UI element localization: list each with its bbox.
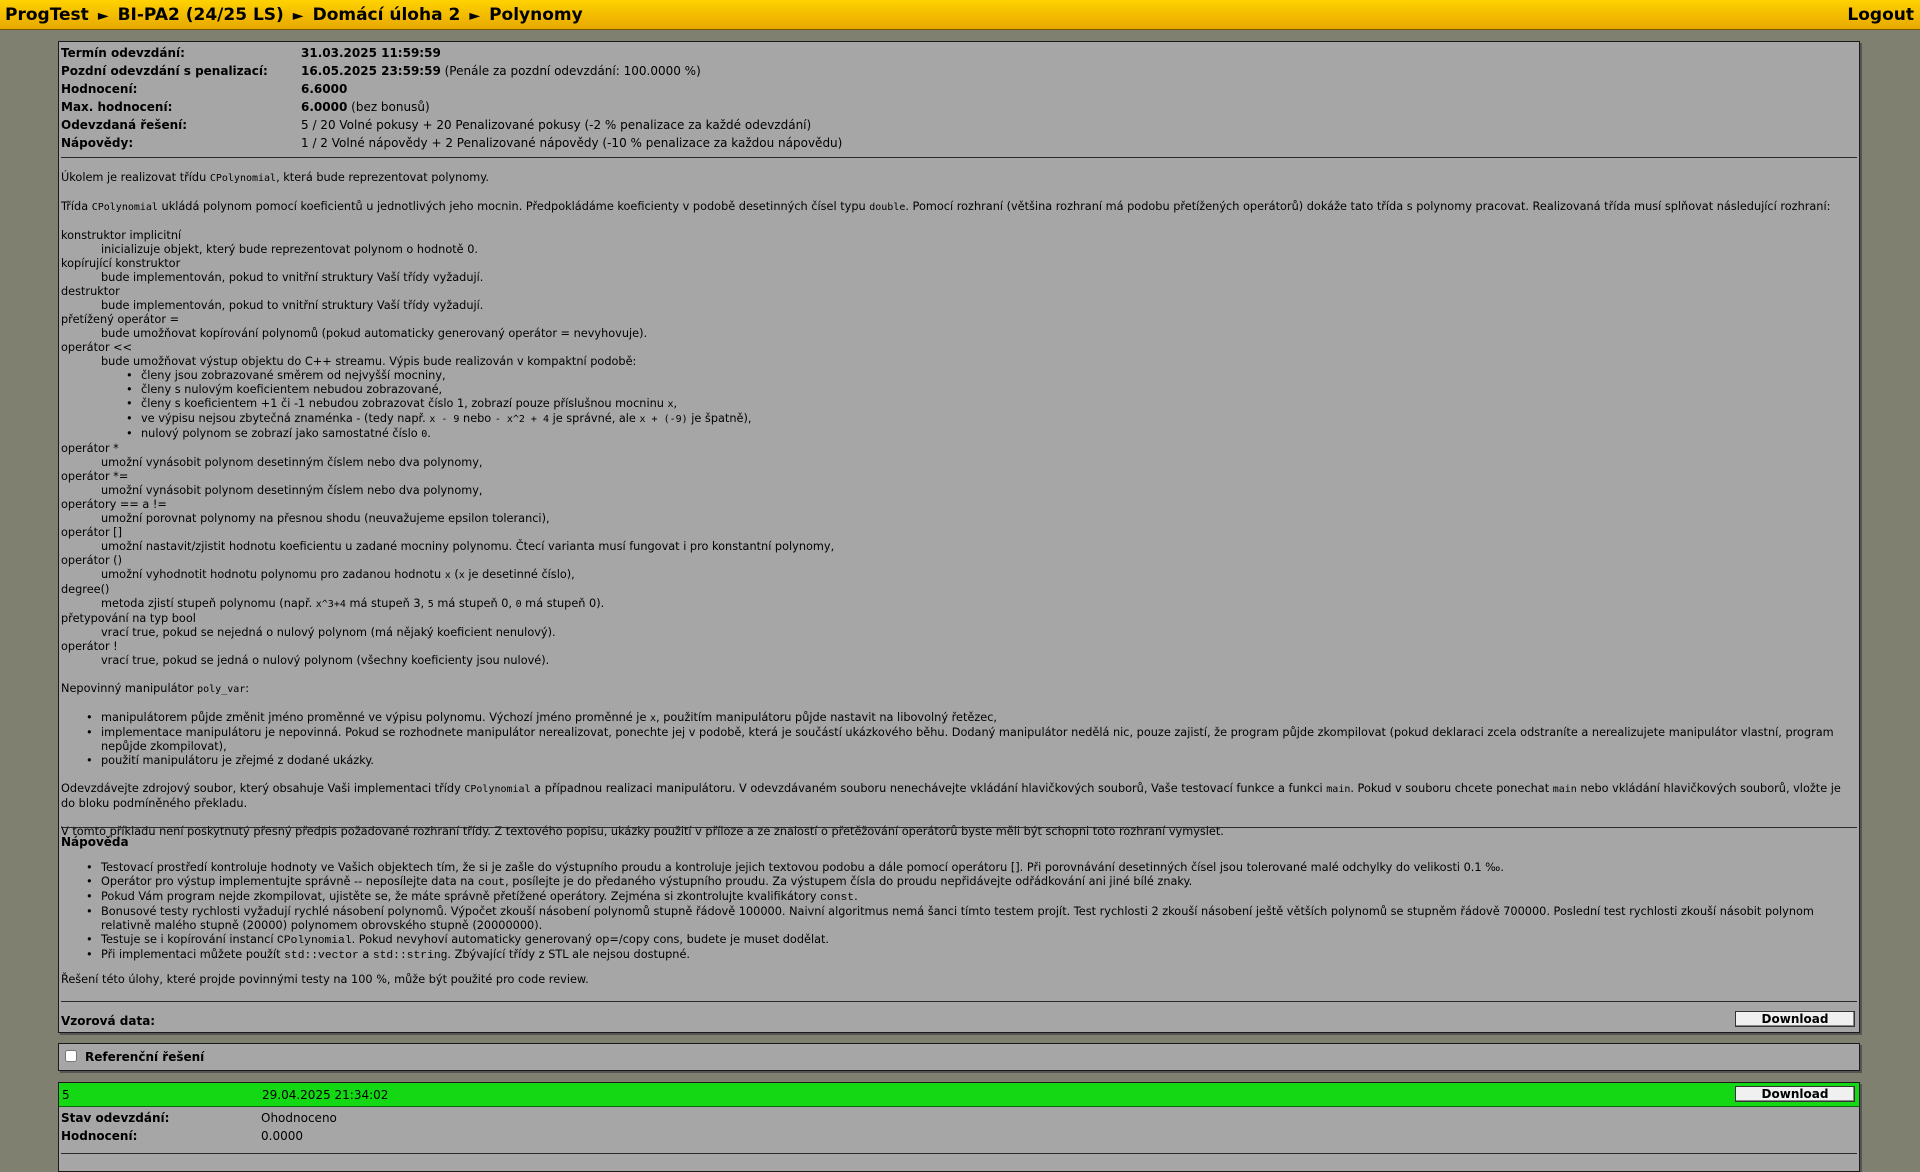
interface-term: přetypování na typ bool (61, 612, 196, 625)
max-score-value: 6.0000 (301, 100, 348, 114)
interface-desc: umožní vynásobit polynom desetinným čísl… (101, 456, 483, 469)
submitted-value: 5 / 20 Volné pokusy + 20 Penalizované po… (301, 118, 812, 132)
max-score-note: (bez bonusů) (351, 100, 430, 114)
submission-panel: 5 29.04.2025 21:34:02 Download Stav odev… (58, 1082, 1860, 1172)
breadcrumb-current: Polynomy (489, 5, 583, 25)
status-value: Ohodnoceno (261, 1111, 337, 1125)
list-item: implementace manipulátoru je nepovinná. … (61, 726, 1851, 754)
interface-desc: inicializuje objekt, který bude reprezen… (101, 243, 478, 256)
list-item: Bonusové testy rychlosti vyžadují rychlé… (61, 905, 1851, 933)
output-rules: členy jsou zobrazované směrem od nejvyšš… (101, 369, 1851, 442)
list-item: Při implementaci můžete použít std::vect… (61, 948, 1851, 963)
deadline-label: Termín odevzdání: (61, 46, 185, 60)
interface-term: operátor << (61, 341, 133, 354)
list-item: Testovací prostředí kontroluje hodnoty v… (61, 861, 1851, 875)
late-label: Pozdní odevzdání s penalizací: (61, 64, 268, 78)
reference-solution-checkbox[interactable] (65, 1050, 77, 1062)
manipulator-heading: Nepovinný manipulátor poly_var: (61, 682, 250, 695)
list-item: nulový polynom se zobrazí jako samostatn… (101, 427, 1851, 442)
interface-desc: umožní nastavit/zjistit hodnotu koeficie… (101, 540, 835, 553)
list-item: členy s koeficientem +1 či -1 nebudou zo… (101, 397, 1851, 412)
interface-term: operátor [] (61, 526, 122, 539)
deadline-value: 31.03.2025 11:59:59 (301, 46, 441, 60)
interface-term: operátor * (61, 442, 119, 455)
interface-list: konstruktor implicitní inicializuje obje… (61, 229, 1851, 668)
interface-desc: umožní vyhodnotit hodnotu polynomu pro z… (101, 568, 575, 581)
breadcrumb-course[interactable]: BI-PA2 (24/25 LS) (118, 5, 284, 25)
list-item: ve výpisu nejsou zbytečná znaménka - (te… (101, 412, 1851, 427)
score-label: Hodnocení: (61, 82, 138, 96)
breadcrumb: ProgTest ► BI-PA2 (24/25 LS) ► Domácí úloha … (5, 5, 583, 25)
submission-date: 29.04.2025 21:34:02 (262, 1088, 389, 1102)
submission-number: 5 (62, 1088, 70, 1102)
interface-term: kopírující konstruktor (61, 257, 181, 270)
score-value: 6.6000 (301, 82, 348, 96)
intro-paragraph: Úkolem je realizovat třídu CPolynomial, … (61, 171, 489, 184)
max-score-label: Max. hodnocení: (61, 100, 173, 114)
list-item: Testuje se i kopírování instancí CPolyno… (61, 933, 1851, 948)
hints-value: 1 / 2 Volné nápovědy + 2 Penalizované ná… (301, 136, 843, 150)
manipulator-list: manipulátorem půjde změnit jméno proměnn… (61, 711, 1851, 768)
submission-header: 5 29.04.2025 21:34:02 Download (59, 1083, 1859, 1107)
interface-desc: bude umožňovat výstup objektu do C++ str… (101, 355, 1851, 442)
submission-instructions: Odevzdávejte zdrojový soubor, který obsa… (61, 782, 1841, 810)
top-bar: ProgTest ► BI-PA2 (24/25 LS) ► Domácí úloha … (0, 0, 1920, 30)
submission-score-value: 0.0000 (261, 1129, 303, 1143)
interface-desc: bude implementován, pokud to vnitřní str… (101, 299, 484, 312)
interface-desc: vrací true, pokud se nejedná o nulový po… (101, 626, 556, 639)
review-note: Řešení této úlohy, které projde povinným… (61, 973, 589, 986)
interface-term: operátor *= (61, 470, 129, 483)
interface-desc: umožní porovnat polynomy na přesnou shod… (101, 512, 550, 525)
help-list: Testovací prostředí kontroluje hodnoty v… (61, 861, 1851, 963)
list-item: členy s nulovým koeficientem nebudou zob… (101, 383, 1851, 397)
submission-download-button[interactable]: Download (1735, 1086, 1855, 1102)
help-title: Nápověda (61, 835, 129, 849)
reference-solution-label[interactable]: Referenční řešení (85, 1050, 204, 1064)
breadcrumb-progtest[interactable]: ProgTest (5, 5, 89, 25)
interface-desc: metoda zjistí stupeň polynomu (např. x^3… (101, 597, 605, 610)
divider (61, 827, 1857, 828)
breadcrumb-separator: ► (292, 8, 304, 24)
interface-desc: umožní vynásobit polynom desetinným čísl… (101, 484, 483, 497)
interface-term: destruktor (61, 285, 120, 298)
interface-term: konstruktor implicitní (61, 229, 182, 242)
late-value: 16.05.2025 23:59:59 (301, 64, 441, 78)
help-section: Nápověda Testovací prostředí kontroluje … (61, 835, 1851, 987)
reference-solution-panel: Referenční řešení (58, 1043, 1860, 1071)
list-item: použití manipulátoru je zřejmé z dodané … (61, 754, 1851, 768)
interface-term: operátor ! (61, 640, 118, 653)
assignment-panel: Termín odevzdání: 31.03.2025 11:59:59 Poz… (58, 41, 1860, 1033)
interface-term: přetížený operátor = (61, 313, 180, 326)
assignment-text: Úkolem je realizovat třídu CPolynomial, … (61, 171, 1851, 853)
submission-score-label: Hodnocení: (61, 1129, 138, 1143)
list-item: manipulátorem půjde změnit jméno proměnn… (61, 711, 1851, 726)
class-description: Třída CPolynomial ukládá polynom pomocí … (61, 200, 1831, 213)
submitted-label: Odevzdaná řešení: (61, 118, 188, 132)
divider (61, 1001, 1857, 1002)
interface-term: degree() (61, 583, 110, 596)
interface-term: operátor () (61, 554, 122, 567)
logout-link[interactable]: Logout (1847, 5, 1914, 25)
interface-desc: vrací true, pokud se jedná o nulový poly… (101, 654, 550, 667)
list-item: členy jsou zobrazované směrem od nejvyšš… (101, 369, 1851, 383)
interface-desc: bude umožňovat kopírování polynomů (poku… (101, 327, 648, 340)
divider (61, 157, 1857, 158)
sample-download-button[interactable]: Download (1735, 1011, 1855, 1027)
interface-desc: bude implementován, pokud to vnitřní str… (101, 271, 484, 284)
list-item: Pokud Vám program nejde zkompilovat, uji… (61, 890, 1851, 905)
divider (61, 1153, 1857, 1154)
interface-term: operátory == a != (61, 498, 167, 511)
breadcrumb-homework[interactable]: Domácí úloha 2 (313, 5, 461, 25)
late-note: (Penále za pozdní odevzdání: 100.0000 %) (444, 64, 701, 78)
sample-data-label: Vzorová data: (61, 1014, 156, 1028)
list-item: Operátor pro výstup implementujte správn… (61, 875, 1851, 890)
status-label: Stav odevzdání: (61, 1111, 170, 1125)
breadcrumb-separator: ► (97, 8, 109, 24)
hints-label: Nápovědy: (61, 136, 134, 150)
breadcrumb-separator: ► (469, 8, 481, 24)
